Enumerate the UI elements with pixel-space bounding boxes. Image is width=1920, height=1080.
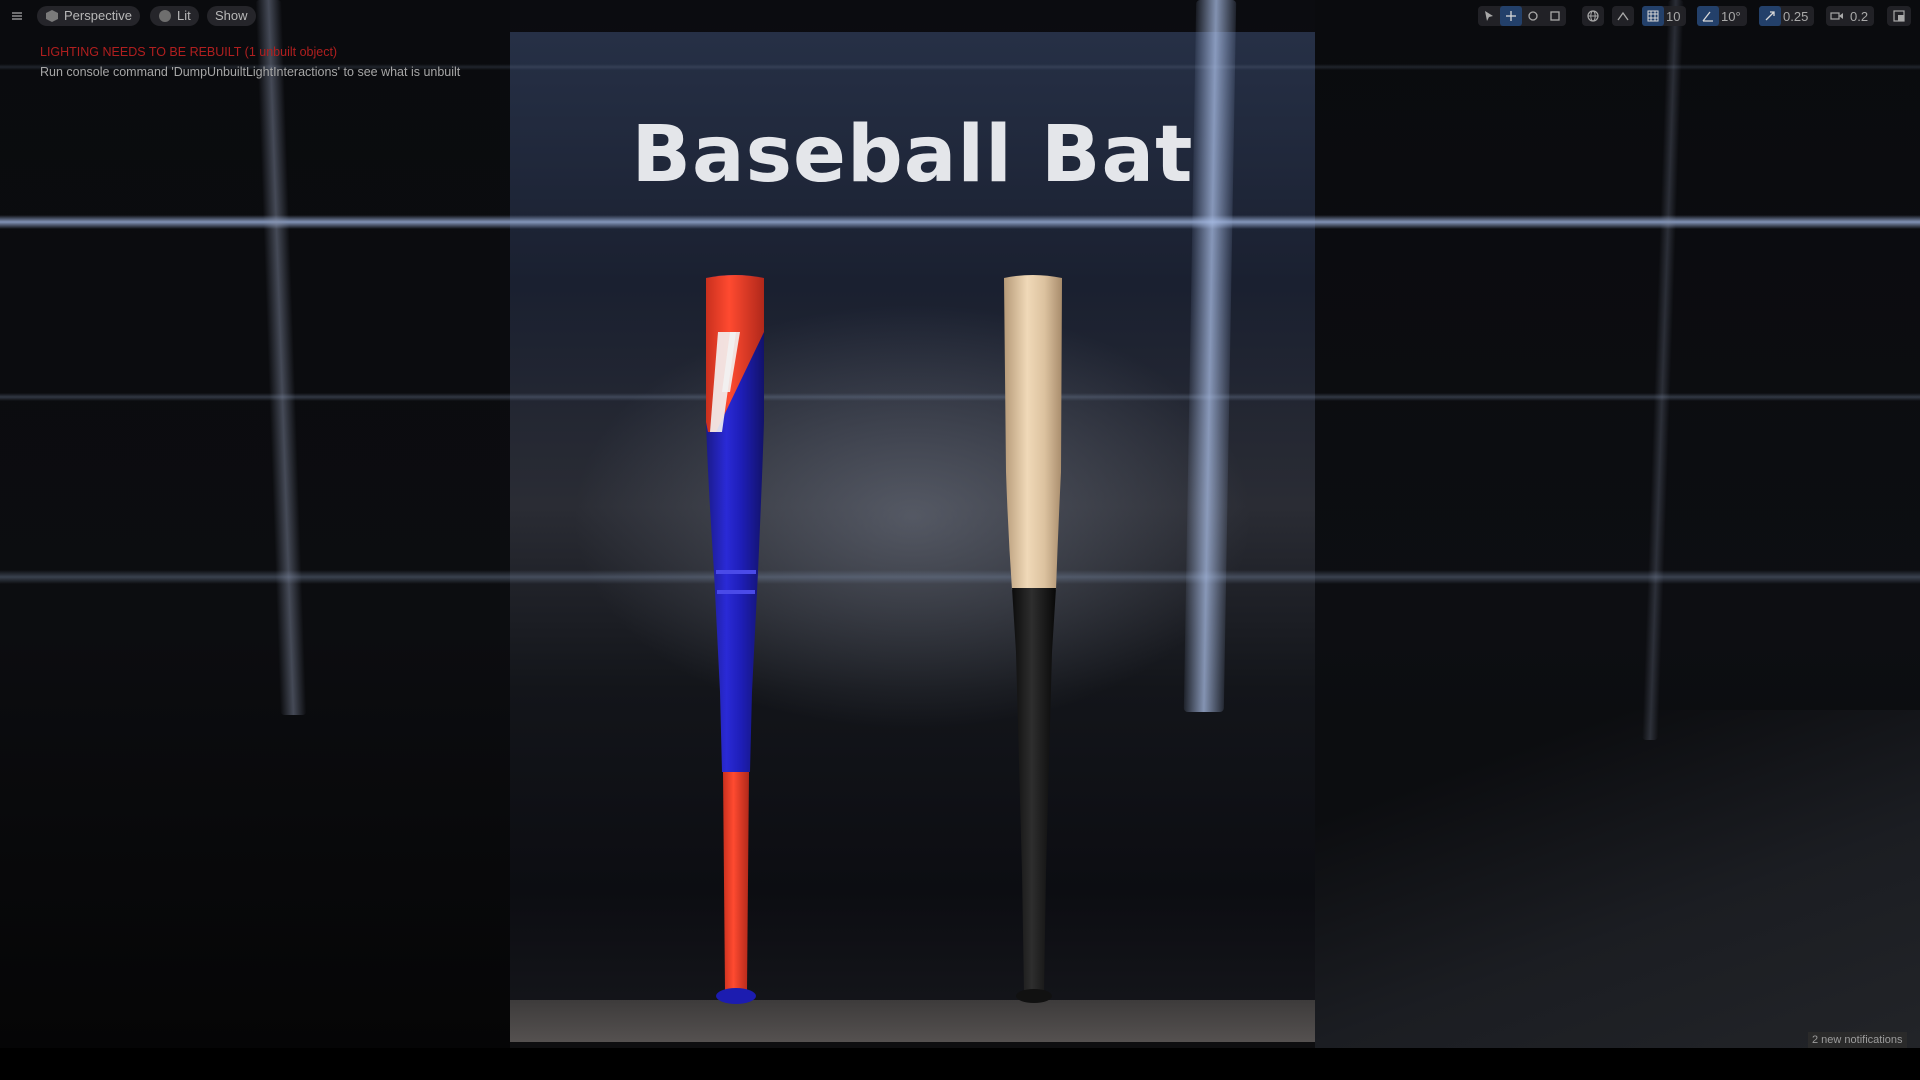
maximize-icon <box>1893 10 1905 22</box>
grid-snap-icon <box>1647 10 1659 22</box>
camera-speed-value[interactable]: 0.2 <box>1848 9 1874 24</box>
lit-button[interactable]: Lit <box>150 6 199 26</box>
camera-speed-icon <box>1830 12 1843 20</box>
status-strip <box>0 1048 1920 1080</box>
select-tool-button[interactable] <box>1478 6 1500 26</box>
scene-title-text: Baseball Bat <box>631 110 1194 200</box>
scale-tool-button[interactable] <box>1544 6 1566 26</box>
viewport-menu-button[interactable] <box>6 6 28 26</box>
grid-snap-value[interactable]: 10 <box>1664 9 1686 24</box>
select-icon <box>1485 11 1493 21</box>
scale-snap-value[interactable]: 0.25 <box>1781 9 1814 24</box>
show-label: Show <box>215 8 248 23</box>
perspective-icon <box>46 10 58 22</box>
aluminum-bat-model[interactable] <box>700 272 770 1007</box>
display-floor <box>510 1000 1315 1042</box>
camera-speed-button[interactable]: 0.2 <box>1826 6 1875 26</box>
lit-label: Lit <box>177 8 191 23</box>
notifications-badge[interactable]: 2 new notifications <box>1808 1032 1907 1048</box>
surface-snap-button[interactable] <box>1612 6 1634 26</box>
show-button[interactable]: Show <box>207 6 256 26</box>
perspective-label: Perspective <box>64 8 132 23</box>
translate-tool-button[interactable] <box>1500 6 1522 26</box>
scene-left-wall <box>0 0 510 1048</box>
rotate-icon <box>1528 11 1538 21</box>
lighting-warning: LIGHTING NEEDS TO BE REBUILT (1 unbuilt … <box>40 45 338 59</box>
rotate-tool-button[interactable] <box>1522 6 1544 26</box>
world-icon <box>1587 10 1599 22</box>
coordinate-system-button[interactable] <box>1582 6 1604 26</box>
scene-floor-right <box>1315 710 1920 1048</box>
console-hint: Run console command 'DumpUnbuiltLightInt… <box>40 65 461 79</box>
grid-snap-button[interactable]: 10 <box>1642 6 1687 26</box>
maximize-viewport-button[interactable] <box>1887 6 1911 26</box>
scale-snap-button[interactable]: 0.25 <box>1759 6 1815 26</box>
lit-icon <box>159 10 171 22</box>
rotation-snap-button[interactable]: 10° <box>1697 6 1747 26</box>
translate-icon <box>1506 11 1516 21</box>
viewport-toolbar: Perspective Lit Show 10 10° 0.25 0.2 <box>0 0 1920 32</box>
perspective-button[interactable]: Perspective <box>37 6 140 26</box>
rotation-snap-value[interactable]: 10° <box>1719 9 1747 24</box>
menu-icon <box>12 12 22 20</box>
rotation-snap-icon <box>1702 11 1713 22</box>
scale-snap-icon <box>1765 11 1775 21</box>
scale-icon <box>1550 11 1560 21</box>
wooden-bat-model[interactable] <box>998 272 1068 1007</box>
surface-snap-icon <box>1617 11 1629 21</box>
transform-tools <box>1478 6 1566 26</box>
viewport[interactable]: Baseball Bat Perspective Lit Show 10 10°… <box>0 0 1920 1048</box>
